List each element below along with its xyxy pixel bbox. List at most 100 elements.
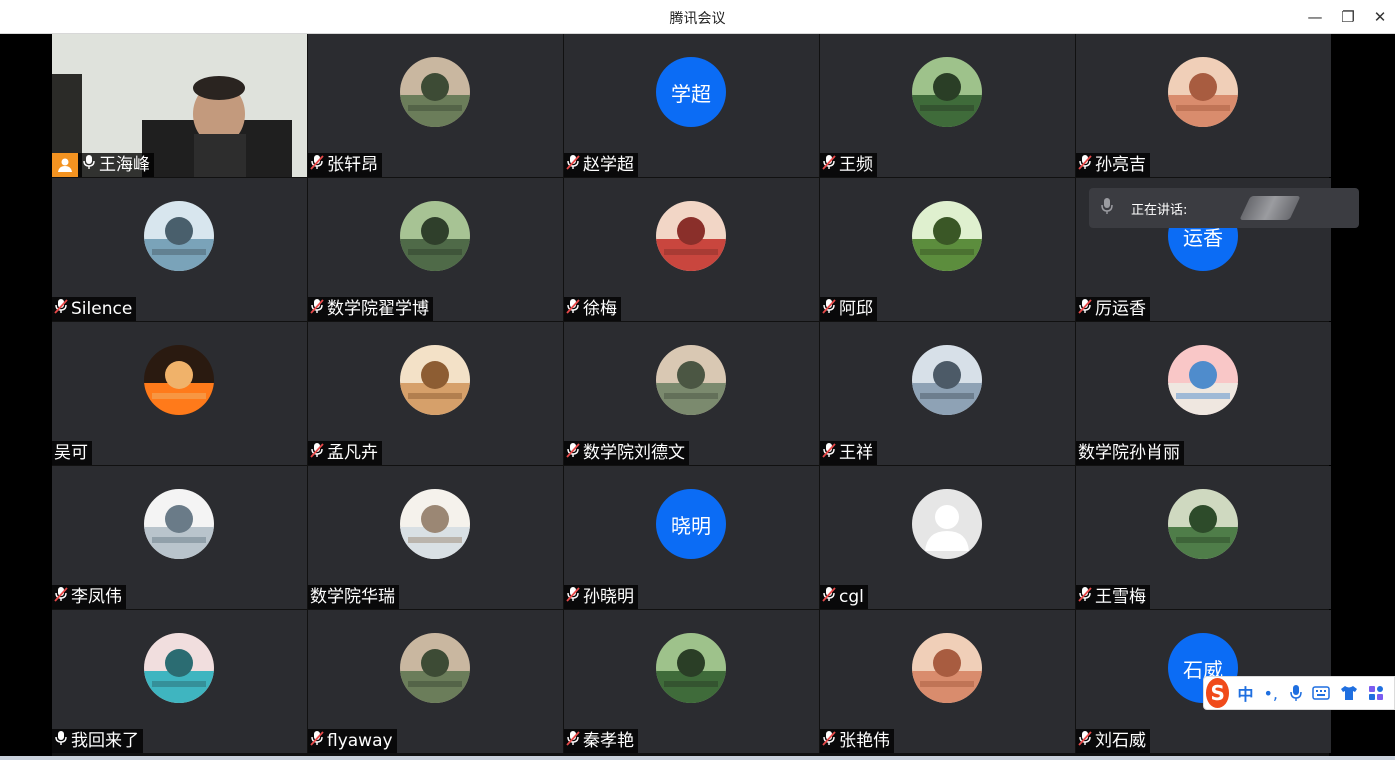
- participant-name-tag: 厉运香: [1076, 297, 1150, 321]
- participant-name-tag: 我回来了: [52, 729, 143, 753]
- avatar: [912, 57, 982, 127]
- microphone-icon: [1101, 197, 1113, 219]
- avatar-photo: [144, 489, 214, 559]
- avatar: [656, 201, 726, 271]
- participant-tile[interactable]: 学超赵学超: [564, 34, 819, 177]
- participant-gallery: 王海峰 张轩昂 学超 赵学超 王频 孙亮吉 Silence 数学院翟学博 徐梅 阿邱 运香 厉运香 吴可…: [52, 34, 1331, 756]
- participant-tile[interactable]: cgl: [820, 466, 1075, 609]
- microphone-muted-icon: [310, 297, 327, 321]
- avatar-photo: [656, 201, 726, 271]
- avatar: [400, 345, 470, 415]
- participant-name: 孙晓明: [583, 587, 634, 607]
- participant-tile[interactable]: 王雪梅: [1076, 466, 1331, 609]
- participant-name: 数学院华瑞: [310, 587, 395, 607]
- avatar-initials: 学超: [671, 81, 711, 106]
- participant-tile[interactable]: 数学院华瑞: [308, 466, 563, 609]
- participant-name: 秦孝艳: [583, 731, 634, 751]
- microphone-icon: [82, 153, 99, 177]
- participant-name: 王雪梅: [1095, 587, 1146, 607]
- participant-name-tag: 李凤伟: [52, 585, 126, 609]
- avatar-photo: [400, 633, 470, 703]
- participant-tile[interactable]: Silence: [52, 178, 307, 321]
- avatar: [912, 633, 982, 703]
- restore-button[interactable]: ❐: [1336, 6, 1360, 28]
- avatar: [912, 345, 982, 415]
- participant-tile[interactable]: 阿邱: [820, 178, 1075, 321]
- participant-name: 王祥: [839, 443, 873, 463]
- participant-name-tag: 孙亮吉: [1076, 153, 1150, 177]
- participant-name-tag: 数学院孙肖丽: [1076, 441, 1184, 465]
- participant-tile[interactable]: 李凤伟: [52, 466, 307, 609]
- toolbox-grid-icon[interactable]: [1368, 685, 1384, 701]
- avatar: [1168, 489, 1238, 559]
- avatar: 学超: [656, 57, 726, 127]
- participant-tile[interactable]: flyaway: [308, 610, 563, 753]
- participant-name-tag: 赵学超: [564, 153, 638, 177]
- microphone-muted-icon: [1078, 153, 1095, 177]
- window-bottom-edge: [0, 756, 1395, 760]
- participant-tile[interactable]: 王海峰: [52, 34, 307, 177]
- sogou-logo-icon[interactable]: S: [1206, 678, 1230, 708]
- avatar: [912, 201, 982, 271]
- voice-input-icon[interactable]: [1290, 684, 1302, 702]
- blurred-speaker-name: [1239, 196, 1301, 220]
- participant-name: 数学院翟学博: [327, 299, 429, 319]
- participant-name: 张艳伟: [839, 731, 890, 751]
- microphone-muted-icon: [566, 729, 583, 753]
- microphone-muted-icon: [1078, 585, 1095, 609]
- participant-name-tag: 孟凡卉: [308, 441, 382, 465]
- microphone-muted-icon: [822, 441, 839, 465]
- participant-name-tag: 徐梅: [564, 297, 621, 321]
- participant-name: 孟凡卉: [327, 443, 378, 463]
- participant-name: 阿邱: [839, 299, 873, 319]
- participant-tile[interactable]: 晓明 孙晓明: [564, 466, 819, 609]
- participant-tile[interactable]: 孙亮吉: [1076, 34, 1331, 177]
- participant-tile[interactable]: 徐梅: [564, 178, 819, 321]
- close-button[interactable]: ✕: [1368, 6, 1392, 28]
- avatar-photo: [656, 345, 726, 415]
- avatar-photo: [912, 633, 982, 703]
- avatar-photo: [1168, 489, 1238, 559]
- participant-name-tag: flyaway: [308, 729, 397, 753]
- skin-shirt-icon[interactable]: [1340, 685, 1358, 701]
- participant-tile[interactable]: 数学院翟学博: [308, 178, 563, 321]
- participant-tile[interactable]: 秦孝艳: [564, 610, 819, 753]
- participant-tile[interactable]: 我回来了: [52, 610, 307, 753]
- microphone-muted-icon: [566, 297, 583, 321]
- ime-punctuation-toggle[interactable]: •,: [1263, 684, 1278, 703]
- avatar: [144, 489, 214, 559]
- avatar-photo: [912, 201, 982, 271]
- participant-name-tag: 刘石威: [1076, 729, 1150, 753]
- avatar-photo: [144, 633, 214, 703]
- participant-tile[interactable]: 数学院孙肖丽: [1076, 322, 1331, 465]
- participant-tile[interactable]: 张艳伟: [820, 610, 1075, 753]
- ime-toolbar[interactable]: S 中 •,: [1203, 676, 1395, 710]
- avatar-photo: [1168, 345, 1238, 415]
- participant-name: 厉运香: [1095, 299, 1146, 319]
- microphone-muted-icon: [310, 729, 327, 753]
- participant-name-tag: 张艳伟: [820, 729, 894, 753]
- participant-name: cgl: [839, 587, 864, 607]
- participant-tile[interactable]: 王祥: [820, 322, 1075, 465]
- participant-name: 王频: [839, 155, 873, 175]
- keyboard-icon[interactable]: [1312, 686, 1330, 700]
- avatar-photo: [400, 345, 470, 415]
- speaking-indicator: 正在讲话:: [1089, 188, 1359, 228]
- minimize-button[interactable]: —: [1303, 6, 1327, 28]
- ime-mode-toggle[interactable]: 中: [1237, 681, 1253, 705]
- participant-name-tag: 王雪梅: [1076, 585, 1150, 609]
- participant-tile[interactable]: 王频: [820, 34, 1075, 177]
- avatar: [400, 57, 470, 127]
- participant-name: flyaway: [327, 731, 393, 751]
- participant-tile[interactable]: 吴可: [52, 322, 307, 465]
- participant-tile[interactable]: 张轩昂: [308, 34, 563, 177]
- participant-tile[interactable]: 数学院刘德文: [564, 322, 819, 465]
- participant-tile[interactable]: 孟凡卉: [308, 322, 563, 465]
- microphone-muted-icon: [54, 297, 71, 321]
- microphone-muted-icon: [822, 729, 839, 753]
- participant-name-tag: 阿邱: [820, 297, 877, 321]
- avatar: [144, 633, 214, 703]
- participant-name-tag: 王祥: [820, 441, 877, 465]
- avatar: [144, 345, 214, 415]
- microphone-muted-icon: [1078, 729, 1095, 753]
